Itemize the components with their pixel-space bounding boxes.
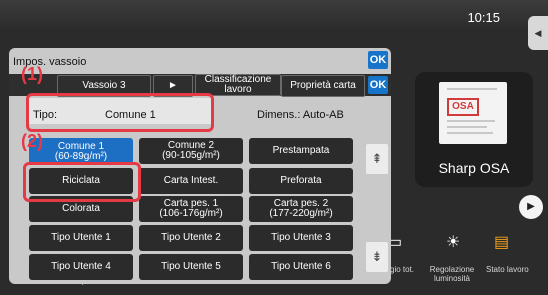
document-icon: OSA <box>439 82 507 144</box>
callout-number-1: (1) <box>21 64 43 84</box>
paper-type-prestampata[interactable]: Prestampata <box>249 138 353 164</box>
device-screen: 10:15 ◀ OSA Sharp OSA ▶ ▭ gio tot. ☀ Reg… <box>0 0 548 295</box>
paper-type-comune-2[interactable]: Comune 2 (90-105g/m²) <box>139 138 243 164</box>
scroll-up-icon[interactable]: ⇞ <box>366 144 388 174</box>
status-bar: 10:15 <box>0 0 548 32</box>
job-status-icon[interactable]: ▤ <box>494 232 509 252</box>
paper-type-tipo-utente-5[interactable]: Tipo Utente 5 <box>139 254 243 280</box>
btn-label: Tipo Utente 3 <box>271 232 331 243</box>
side-panel-toggle-icon[interactable]: ◀ <box>528 16 548 50</box>
btn-label: Preforata <box>280 175 322 186</box>
ok-button[interactable]: OK <box>368 51 388 69</box>
dock-label-3: Stato lavoro <box>486 265 529 274</box>
clock: 10:15 <box>467 10 500 25</box>
btn-label: Carta Intest. <box>163 175 219 186</box>
btn-label: Colorata <box>62 203 100 214</box>
paper-type-tipo-utente-6[interactable]: Tipo Utente 6 <box>249 254 353 280</box>
tab-tray-label: Vassoio 3 <box>82 80 126 91</box>
tab-classification-label: Classificazione lavoro <box>204 74 272 95</box>
btn-label: Tipo Utente 6 <box>271 261 331 272</box>
callout-number-2: (2) <box>21 131 43 151</box>
dock-label-1: gio tot. <box>390 265 415 274</box>
tab-property-label: Proprietà carta <box>290 80 356 91</box>
paper-type-tipo-utente-1[interactable]: Tipo Utente 1 <box>29 225 133 251</box>
scroll-down-icon[interactable]: ⇟ <box>366 242 388 272</box>
btn-label: Prestampata <box>272 145 330 156</box>
brightness-icon[interactable]: ☀ <box>446 232 460 252</box>
callout-box-2 <box>23 162 141 202</box>
tab-paper-property[interactable]: Proprietà carta <box>281 75 365 97</box>
osa-logo: OSA <box>447 98 479 116</box>
paper-type-preforata[interactable]: Preforata <box>249 168 353 194</box>
paper-type-tipo-utente-4[interactable]: Tipo Utente 4 <box>29 254 133 280</box>
chevron-right-icon: ► <box>168 80 178 91</box>
home-tile-sharp-osa[interactable]: OSA Sharp OSA <box>415 72 533 187</box>
btn-label: Tipo Utente 4 <box>51 261 111 272</box>
paper-type-tipo-utente-3[interactable]: Tipo Utente 3 <box>249 225 353 251</box>
btn-label: Tipo Utente 2 <box>161 232 221 243</box>
tile-label: Sharp OSA <box>438 160 510 176</box>
paper-type-comune-1[interactable]: Comune 1 (60-89g/m²) <box>29 138 133 164</box>
btn-sublabel: (60-89g/m²) <box>54 151 108 162</box>
btn-sublabel: (106-176g/m²) <box>159 208 223 219</box>
btn-sublabel: (90-105g/m²) <box>162 150 220 161</box>
next-page-icon[interactable]: ▶ <box>519 195 543 219</box>
btn-label: Tipo Utente 1 <box>51 232 111 243</box>
dimension-info: Dimens.: Auto-AB <box>257 109 344 121</box>
paper-type-tipo-utente-2[interactable]: Tipo Utente 2 <box>139 225 243 251</box>
paper-type-carta-pes-2[interactable]: Carta pes. 2 (177-220g/m²) <box>249 196 353 222</box>
btn-sublabel: (177-220g/m²) <box>269 208 333 219</box>
dock-label-2: Regolazione luminosità <box>429 265 475 283</box>
ok-button-2[interactable]: OK <box>368 76 388 94</box>
btn-label: Tipo Utente 5 <box>161 261 221 272</box>
paper-type-grid: Comune 1 (60-89g/m²) Comune 2 (90-105g/m… <box>29 136 369 280</box>
paper-type-carta-intest[interactable]: Carta Intest. <box>139 168 243 194</box>
callout-box-1 <box>26 93 214 132</box>
paper-type-carta-pes-1[interactable]: Carta pes. 1 (106-176g/m²) <box>139 196 243 222</box>
